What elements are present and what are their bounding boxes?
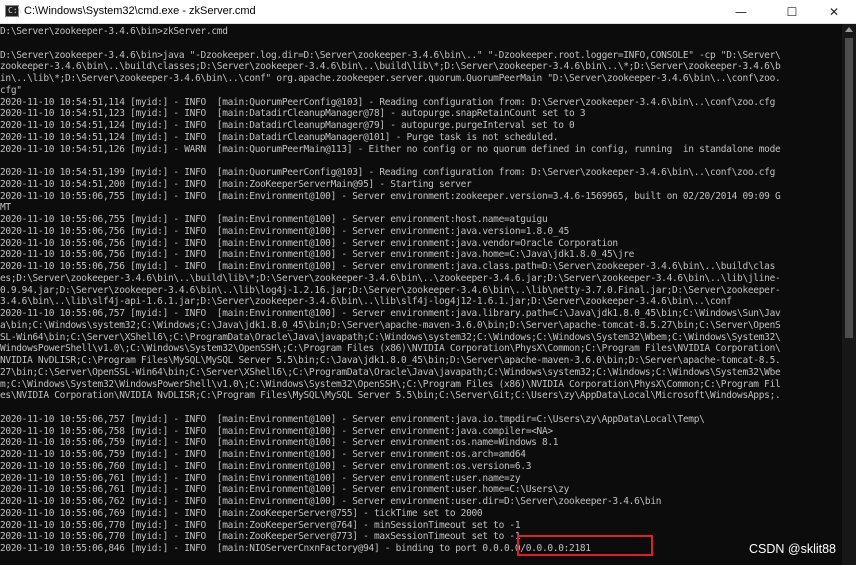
console-line: 2020-11-10 10:55:06,757 [myid:] - INFO [… xyxy=(0,308,781,319)
console-line: 2020-11-10 10:54:51,124 [myid:] - INFO [… xyxy=(0,131,559,143)
console-line: 2020-11-10 10:54:51,114 [myid:] - INFO [… xyxy=(0,96,775,108)
console-line: 2020-11-10 10:54:51,199 [myid:] - INFO [… xyxy=(0,167,775,178)
console-line: es\NVIDIA Corporation\NVIDIA NvDLISR;C:\… xyxy=(0,390,781,402)
console-line: 2020-11-10 10:55:06,770 [myid:] - INFO [… xyxy=(0,531,521,543)
console-line: cfg" xyxy=(0,84,22,96)
port-highlight-box xyxy=(517,535,653,556)
console-line: 2020-11-10 10:55:06,758 [myid:] - INFO [… xyxy=(0,425,553,437)
console-line: 2020-11-10 10:55:06,759 [myid:] - INFO [… xyxy=(0,449,526,460)
console-line: WindowsPowerShell\v1.0\;C:\Windows\Syste… xyxy=(0,343,781,355)
console-line: 27\bin;C:\Server\OpenSSL-Win64\bin;C:\Se… xyxy=(0,366,781,378)
console-line: 2020-11-10 10:54:51,200 [myid:] - INFO [… xyxy=(0,178,472,190)
console-line: 2020-11-10 10:54:51,123 [myid:] - INFO [… xyxy=(0,108,586,120)
scroll-thumb[interactable] xyxy=(845,38,853,338)
console-line: 2020-11-10 10:55:06,756 [myid:] - INFO [… xyxy=(0,249,635,261)
window-title: C:\Windows\System32\cmd.exe - zkServer.c… xyxy=(24,5,256,17)
console-line: NVIDIA NvDLISR;C:\Program Files\MySQL\My… xyxy=(0,355,781,366)
maximize-button[interactable]: ☐ xyxy=(770,0,814,24)
console-line: 0.9.94.jar;D:\Server\zookeeper-3.4.6\bin… xyxy=(0,284,781,296)
console-output[interactable]: D:\Server\zookeeper-3.4.6\bin>zkServer.c… xyxy=(0,26,840,565)
console-line: 2020-11-10 10:55:06,756 [myid:] - INFO [… xyxy=(0,225,570,237)
close-button[interactable]: ✕ xyxy=(812,0,856,24)
console-line: 2020-11-10 10:55:06,846 [myid:] - INFO [… xyxy=(0,543,591,554)
scroll-up-arrow-icon[interactable] xyxy=(845,27,853,32)
console-line: D:\Server\zookeeper-3.4.6\bin>zkServer.c… xyxy=(0,26,228,37)
console-line: 2020-11-10 10:55:06,769 [myid:] - INFO [… xyxy=(0,507,483,519)
console-line: 2020-11-10 10:55:06,761 [myid:] - INFO [… xyxy=(0,472,521,484)
console-line: 2020-11-10 10:55:06,756 [myid:] - INFO [… xyxy=(0,261,775,272)
minimize-button[interactable]: — xyxy=(719,0,763,24)
console-line: 2020-11-10 10:55:06,757 [myid:] - INFO [… xyxy=(0,413,705,425)
console-line: 2020-11-10 10:55:06,762 [myid:] - INFO [… xyxy=(0,496,662,507)
cmd-icon: C:\ xyxy=(5,5,22,17)
console-line: SL-Win64\bin;C:\Server\XShell6\;C:\Progr… xyxy=(0,331,781,343)
console-line: in\..\lib\*;D:\Server\zookeeper-3.4.6\bi… xyxy=(0,73,781,84)
console-line: m;C:\Windows\System32\WindowsPowerShell\… xyxy=(0,378,781,390)
console-line: 2020-11-10 10:55:06,759 [myid:] - INFO [… xyxy=(0,437,559,449)
title-bar[interactable]: C:\ C:\Windows\System32\cmd.exe - zkServ… xyxy=(0,0,856,24)
console-line: es;D:\Server\zookeeper-3.4.6\bin\..\buil… xyxy=(0,272,781,284)
console-line: 2020-11-10 10:55:06,770 [myid:] - INFO [… xyxy=(0,519,521,531)
console-line: MT xyxy=(0,202,11,214)
console-line: D:\Server\zookeeper-3.4.6\bin>java "-Dzo… xyxy=(0,49,781,61)
console-line: zookeeper-3.4.6\bin\..\build\classes;D:\… xyxy=(0,61,781,73)
console-line: 2020-11-10 10:54:51,124 [myid:] - INFO [… xyxy=(0,120,575,131)
console-line: 2020-11-10 10:55:06,756 [myid:] - INFO [… xyxy=(0,237,618,249)
console-line: 2020-11-10 10:55:06,760 [myid:] - INFO [… xyxy=(0,460,532,472)
console-line: 2020-11-10 10:54:51,126 [myid:] - WARN [… xyxy=(0,143,781,155)
vertical-scrollbar[interactable] xyxy=(842,24,856,565)
console-line: 3.4.6\bin\..\lib\slf4j-api-1.6.1.jar;D:\… xyxy=(0,296,732,308)
console-line: 2020-11-10 10:55:06,761 [myid:] - INFO [… xyxy=(0,484,570,496)
watermark: CSDN @sklit88 xyxy=(749,542,837,556)
console-line: 2020-11-10 10:55:06,755 [myid:] - INFO [… xyxy=(0,214,548,225)
console-line: 2020-11-10 10:55:06,755 [myid:] - INFO [… xyxy=(0,190,781,202)
console-line: a\bin;C:\Windows\system32;C:\Windows;C:\… xyxy=(0,319,781,331)
